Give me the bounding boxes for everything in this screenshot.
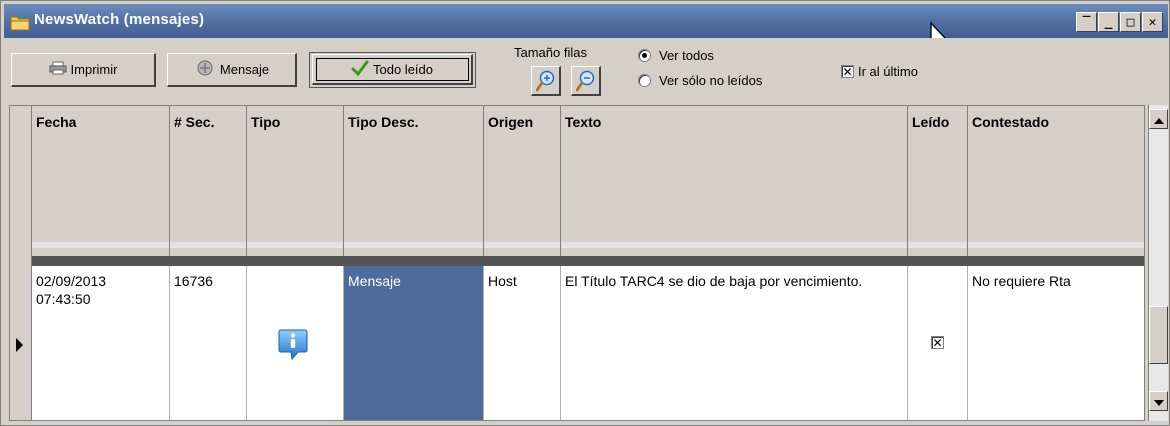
column-header-origen[interactable]: Origen bbox=[484, 106, 561, 256]
cell-tipo[interactable] bbox=[247, 266, 344, 420]
cell-tipo-desc[interactable]: Mensaje bbox=[344, 266, 484, 420]
title-bar[interactable]: NewsWatch (mensajes) ‾ _ □ ✕ bbox=[4, 4, 1168, 38]
close-button[interactable]: ✕ bbox=[1142, 12, 1163, 32]
view-all-radio[interactable] bbox=[638, 49, 651, 62]
column-header-texto[interactable]: Texto bbox=[561, 106, 908, 256]
vertical-scrollbar[interactable] bbox=[1148, 105, 1168, 421]
scroll-down-arrow-icon bbox=[1153, 394, 1164, 409]
restore-icon: ‾ bbox=[1082, 14, 1091, 30]
window-title: NewsWatch (mensajes) bbox=[34, 11, 205, 28]
close-icon: ✕ bbox=[1148, 14, 1157, 30]
view-all-label: Ver todos bbox=[659, 48, 714, 63]
row-indicator-column bbox=[10, 106, 32, 420]
cell-fecha[interactable]: 02/09/2013 07:43:50 bbox=[32, 266, 170, 420]
view-unread-label: Ver sólo no leídos bbox=[659, 73, 763, 88]
read-checkbox[interactable]: ✕ bbox=[931, 336, 944, 349]
zoom-out-icon bbox=[575, 70, 596, 95]
info-icon bbox=[278, 328, 308, 364]
minimize-button[interactable]: _ bbox=[1098, 12, 1119, 32]
print-button-label: Imprimir bbox=[70, 62, 118, 77]
column-header-contestado[interactable]: Contestado bbox=[968, 106, 1144, 256]
column-header-sec[interactable]: # Sec. bbox=[170, 106, 247, 256]
messages-grid: Fecha # Sec. Tipo Tipo Desc. Origen Text… bbox=[9, 105, 1145, 421]
scroll-thumb[interactable] bbox=[1149, 306, 1168, 364]
cell-fecha-time: 07:43:50 bbox=[36, 291, 91, 307]
cell-fecha-date: 02/09/2013 bbox=[36, 273, 107, 289]
view-all-option[interactable]: Ver todos bbox=[638, 48, 714, 63]
message-button[interactable]: Mensaje bbox=[167, 53, 297, 87]
column-header-tipo[interactable]: Tipo bbox=[247, 106, 344, 256]
view-unread-option[interactable]: Ver sólo no leídos bbox=[638, 73, 762, 88]
printer-icon bbox=[49, 61, 67, 78]
scroll-up-button[interactable] bbox=[1149, 109, 1168, 129]
go-last-option[interactable]: ✕ Ir al último bbox=[841, 64, 918, 79]
cell-texto[interactable]: El Título TARC4 se dio de baja por venci… bbox=[561, 266, 908, 420]
row-size-label: Tamaño filas bbox=[514, 45, 587, 60]
cell-contestado[interactable]: No requiere Rta bbox=[968, 266, 1144, 420]
print-button[interactable]: Imprimir bbox=[11, 53, 156, 87]
cell-sec[interactable]: 16736 bbox=[170, 266, 247, 420]
column-header-leido[interactable]: Leído bbox=[908, 106, 968, 256]
mark-all-read-label: Todo leído bbox=[373, 61, 433, 77]
message-button-label: Mensaje bbox=[219, 62, 270, 77]
cell-leido[interactable]: ✕ bbox=[908, 266, 968, 420]
maximize-icon: □ bbox=[1126, 14, 1135, 30]
go-last-label: Ir al último bbox=[858, 64, 918, 79]
cell-origen[interactable]: Host bbox=[484, 266, 561, 420]
row-size-decrease-button[interactable] bbox=[571, 66, 601, 96]
restore-button[interactable]: ‾ bbox=[1076, 12, 1097, 32]
newswatch-window: NewsWatch (mensajes) ‾ _ □ ✕ Imprimir Me… bbox=[0, 0, 1170, 426]
view-unread-radio[interactable] bbox=[638, 74, 651, 87]
scroll-down-button[interactable] bbox=[1149, 391, 1168, 411]
green-check-icon bbox=[351, 60, 369, 79]
header-separator bbox=[32, 256, 1144, 266]
mark-all-read-button[interactable]: Todo leído bbox=[312, 54, 473, 85]
zoom-in-icon bbox=[535, 70, 556, 95]
current-row-arrow-icon bbox=[16, 338, 23, 352]
go-last-checkbox[interactable]: ✕ bbox=[841, 65, 854, 78]
toolbar: Imprimir Mensaje Todo leído Tamaño filas bbox=[4, 38, 1168, 104]
scroll-up-arrow-icon bbox=[1153, 112, 1164, 127]
column-header-tipo-desc[interactable]: Tipo Desc. bbox=[344, 106, 484, 256]
maximize-button[interactable]: □ bbox=[1120, 12, 1141, 32]
column-header-fecha[interactable]: Fecha bbox=[32, 106, 170, 256]
minimize-icon: _ bbox=[1104, 14, 1113, 30]
app-folder-icon bbox=[10, 13, 30, 31]
row-size-increase-button[interactable] bbox=[531, 66, 561, 96]
message-icon bbox=[194, 59, 216, 80]
